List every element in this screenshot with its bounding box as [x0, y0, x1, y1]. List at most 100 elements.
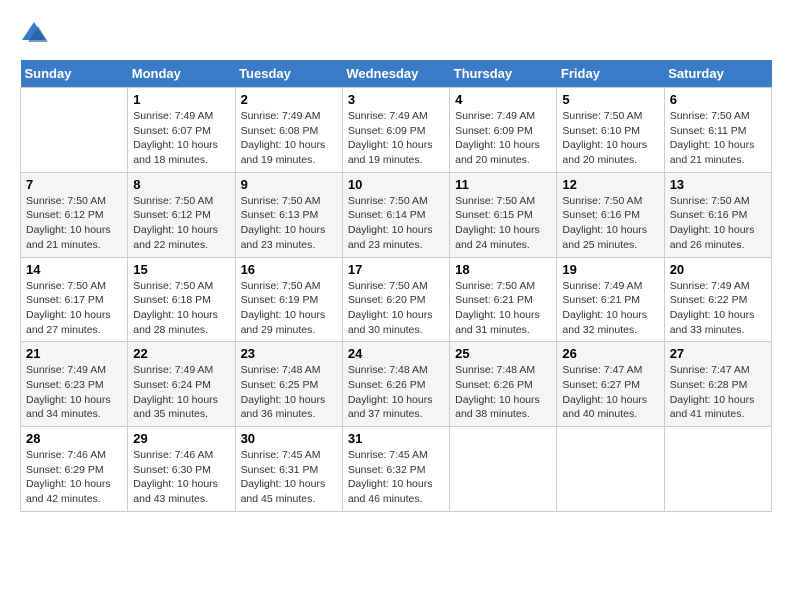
- calendar-cell: 6 Sunrise: 7:50 AMSunset: 6:11 PMDaylight…: [664, 88, 771, 173]
- day-number: 13: [670, 177, 766, 192]
- day-number: 27: [670, 346, 766, 361]
- day-detail: Sunrise: 7:46 AMSunset: 6:29 PMDaylight:…: [26, 448, 122, 507]
- day-number: 22: [133, 346, 229, 361]
- day-number: 14: [26, 262, 122, 277]
- day-detail: Sunrise: 7:49 AMSunset: 6:21 PMDaylight:…: [562, 279, 658, 338]
- calendar-table: Sunday Monday Tuesday Wednesday Thursday…: [20, 60, 772, 512]
- day-detail: Sunrise: 7:50 AMSunset: 6:10 PMDaylight:…: [562, 109, 658, 168]
- day-detail: Sunrise: 7:50 AMSunset: 6:21 PMDaylight:…: [455, 279, 551, 338]
- calendar-cell: 14 Sunrise: 7:50 AMSunset: 6:17 PMDayligh…: [21, 257, 128, 342]
- day-detail: Sunrise: 7:49 AMSunset: 6:23 PMDaylight:…: [26, 363, 122, 422]
- day-number: 15: [133, 262, 229, 277]
- day-number: 9: [241, 177, 337, 192]
- day-number: 2: [241, 92, 337, 107]
- day-detail: Sunrise: 7:50 AMSunset: 6:15 PMDaylight:…: [455, 194, 551, 253]
- day-detail: Sunrise: 7:45 AMSunset: 6:32 PMDaylight:…: [348, 448, 444, 507]
- day-number: 7: [26, 177, 122, 192]
- calendar-cell: 21Sunrise: 7:49 AMSunset: 6:23 PMDayligh…: [21, 342, 128, 427]
- calendar-cell: 19 Sunrise: 7:49 AMSunset: 6:21 PMDayligh…: [557, 257, 664, 342]
- day-detail: Sunrise: 7:50 AMSunset: 6:16 PMDaylight:…: [562, 194, 658, 253]
- calendar-week-1: 1 Sunrise: 7:49 AMSunset: 6:07 PMDaylight…: [21, 88, 772, 173]
- calendar-week-4: 21Sunrise: 7:49 AMSunset: 6:23 PMDayligh…: [21, 342, 772, 427]
- day-number: 25: [455, 346, 551, 361]
- day-detail: Sunrise: 7:50 AMSunset: 6:19 PMDaylight:…: [241, 279, 337, 338]
- day-number: 4: [455, 92, 551, 107]
- calendar-cell: 28Sunrise: 7:46 AMSunset: 6:29 PMDayligh…: [21, 427, 128, 512]
- day-detail: Sunrise: 7:49 AMSunset: 6:07 PMDaylight:…: [133, 109, 229, 168]
- calendar-cell: 27 Sunrise: 7:47 AMSunset: 6:28 PMDayligh…: [664, 342, 771, 427]
- calendar-cell: 12 Sunrise: 7:50 AMSunset: 6:16 PMDayligh…: [557, 172, 664, 257]
- col-wednesday: Wednesday: [342, 60, 449, 88]
- day-detail: Sunrise: 7:50 AMSunset: 6:16 PMDaylight:…: [670, 194, 766, 253]
- col-friday: Friday: [557, 60, 664, 88]
- day-number: 19: [562, 262, 658, 277]
- calendar-cell: 25 Sunrise: 7:48 AMSunset: 6:26 PMDayligh…: [450, 342, 557, 427]
- calendar-cell: [557, 427, 664, 512]
- calendar-cell: 26 Sunrise: 7:47 AMSunset: 6:27 PMDayligh…: [557, 342, 664, 427]
- calendar-cell: 23 Sunrise: 7:48 AMSunset: 6:25 PMDayligh…: [235, 342, 342, 427]
- day-number: 12: [562, 177, 658, 192]
- day-number: 17: [348, 262, 444, 277]
- day-number: 1: [133, 92, 229, 107]
- calendar-cell: [664, 427, 771, 512]
- logo-icon: [20, 20, 48, 44]
- calendar-week-3: 14 Sunrise: 7:50 AMSunset: 6:17 PMDayligh…: [21, 257, 772, 342]
- day-number: 31: [348, 431, 444, 446]
- day-detail: Sunrise: 7:48 AMSunset: 6:26 PMDaylight:…: [348, 363, 444, 422]
- day-number: 8: [133, 177, 229, 192]
- calendar-cell: 24 Sunrise: 7:48 AMSunset: 6:26 PMDayligh…: [342, 342, 449, 427]
- calendar-cell: [450, 427, 557, 512]
- calendar-cell: 4 Sunrise: 7:49 AMSunset: 6:09 PMDaylight…: [450, 88, 557, 173]
- col-saturday: Saturday: [664, 60, 771, 88]
- day-detail: Sunrise: 7:50 AMSunset: 6:14 PMDaylight:…: [348, 194, 444, 253]
- day-number: 24: [348, 346, 444, 361]
- day-detail: Sunrise: 7:50 AMSunset: 6:11 PMDaylight:…: [670, 109, 766, 168]
- calendar-cell: 2 Sunrise: 7:49 AMSunset: 6:08 PMDaylight…: [235, 88, 342, 173]
- day-detail: Sunrise: 7:50 AMSunset: 6:17 PMDaylight:…: [26, 279, 122, 338]
- calendar-cell: 10 Sunrise: 7:50 AMSunset: 6:14 PMDayligh…: [342, 172, 449, 257]
- day-number: 6: [670, 92, 766, 107]
- calendar-week-5: 28Sunrise: 7:46 AMSunset: 6:29 PMDayligh…: [21, 427, 772, 512]
- calendar-cell: [21, 88, 128, 173]
- header-row: Sunday Monday Tuesday Wednesday Thursday…: [21, 60, 772, 88]
- day-detail: Sunrise: 7:50 AMSunset: 6:20 PMDaylight:…: [348, 279, 444, 338]
- day-number: 11: [455, 177, 551, 192]
- calendar-cell: 17 Sunrise: 7:50 AMSunset: 6:20 PMDayligh…: [342, 257, 449, 342]
- day-detail: Sunrise: 7:45 AMSunset: 6:31 PMDaylight:…: [241, 448, 337, 507]
- logo: [20, 20, 52, 44]
- day-detail: Sunrise: 7:48 AMSunset: 6:26 PMDaylight:…: [455, 363, 551, 422]
- calendar-cell: 20Sunrise: 7:49 AMSunset: 6:22 PMDayligh…: [664, 257, 771, 342]
- day-number: 5: [562, 92, 658, 107]
- day-detail: Sunrise: 7:50 AMSunset: 6:18 PMDaylight:…: [133, 279, 229, 338]
- day-number: 23: [241, 346, 337, 361]
- day-detail: Sunrise: 7:48 AMSunset: 6:25 PMDaylight:…: [241, 363, 337, 422]
- day-detail: Sunrise: 7:49 AMSunset: 6:08 PMDaylight:…: [241, 109, 337, 168]
- day-number: 16: [241, 262, 337, 277]
- day-number: 20: [670, 262, 766, 277]
- day-detail: Sunrise: 7:50 AMSunset: 6:12 PMDaylight:…: [133, 194, 229, 253]
- day-number: 30: [241, 431, 337, 446]
- calendar-cell: 15 Sunrise: 7:50 AMSunset: 6:18 PMDayligh…: [128, 257, 235, 342]
- day-number: 29: [133, 431, 229, 446]
- calendar-cell: 16 Sunrise: 7:50 AMSunset: 6:19 PMDayligh…: [235, 257, 342, 342]
- day-detail: Sunrise: 7:47 AMSunset: 6:27 PMDaylight:…: [562, 363, 658, 422]
- day-number: 3: [348, 92, 444, 107]
- day-detail: Sunrise: 7:47 AMSunset: 6:28 PMDaylight:…: [670, 363, 766, 422]
- calendar-cell: 1 Sunrise: 7:49 AMSunset: 6:07 PMDaylight…: [128, 88, 235, 173]
- calendar-cell: 29 Sunrise: 7:46 AMSunset: 6:30 PMDayligh…: [128, 427, 235, 512]
- day-number: 18: [455, 262, 551, 277]
- day-number: 26: [562, 346, 658, 361]
- calendar-cell: 3 Sunrise: 7:49 AMSunset: 6:09 PMDaylight…: [342, 88, 449, 173]
- col-thursday: Thursday: [450, 60, 557, 88]
- calendar-cell: 5 Sunrise: 7:50 AMSunset: 6:10 PMDaylight…: [557, 88, 664, 173]
- calendar-cell: 22Sunrise: 7:49 AMSunset: 6:24 PMDayligh…: [128, 342, 235, 427]
- calendar-cell: 30 Sunrise: 7:45 AMSunset: 6:31 PMDayligh…: [235, 427, 342, 512]
- day-number: 10: [348, 177, 444, 192]
- col-monday: Monday: [128, 60, 235, 88]
- day-detail: Sunrise: 7:46 AMSunset: 6:30 PMDaylight:…: [133, 448, 229, 507]
- day-detail: Sunrise: 7:49 AMSunset: 6:09 PMDaylight:…: [348, 109, 444, 168]
- day-detail: Sunrise: 7:50 AMSunset: 6:12 PMDaylight:…: [26, 194, 122, 253]
- calendar-cell: 9Sunrise: 7:50 AMSunset: 6:13 PMDaylight…: [235, 172, 342, 257]
- calendar-week-2: 7 Sunrise: 7:50 AMSunset: 6:12 PMDaylight…: [21, 172, 772, 257]
- day-detail: Sunrise: 7:49 AMSunset: 6:09 PMDaylight:…: [455, 109, 551, 168]
